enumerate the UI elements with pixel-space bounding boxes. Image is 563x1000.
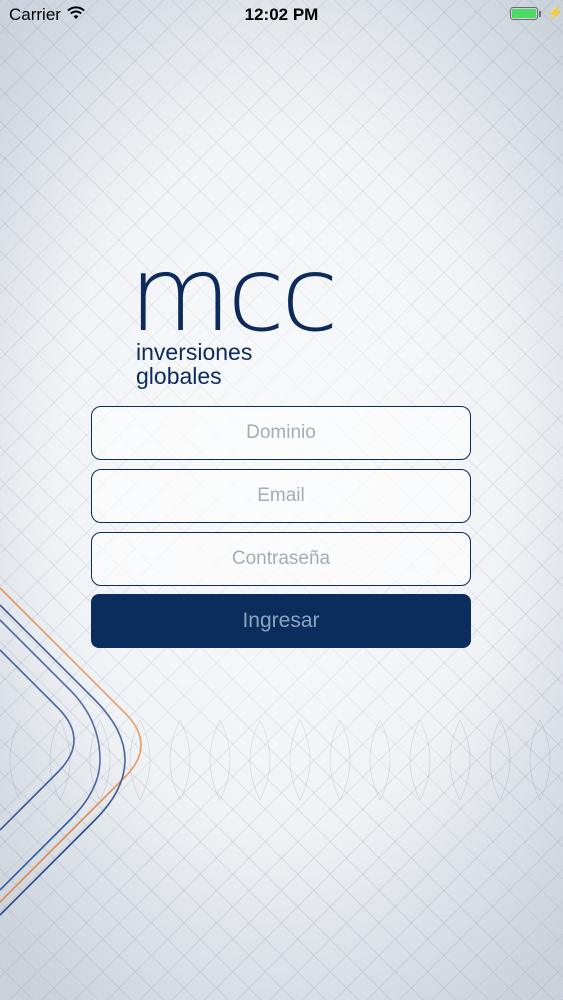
charging-bolt-icon: ⚡ — [547, 5, 563, 20]
company-logo: mcc inversiones globales — [129, 244, 339, 389]
battery-icon — [510, 7, 538, 20]
clock: 12:02 PM — [244, 5, 319, 24]
status-bar: Carrier 12:02 PM ⚡ — [0, 0, 563, 30]
battery-cap — [539, 11, 541, 17]
password-input[interactable] — [91, 532, 471, 586]
logo-line-2: globales — [136, 363, 222, 389]
login-button[interactable]: Ingresar — [91, 594, 471, 648]
logo-wordmark: mcc — [128, 235, 339, 355]
email-input[interactable] — [91, 469, 471, 523]
domain-input[interactable] — [91, 406, 471, 460]
